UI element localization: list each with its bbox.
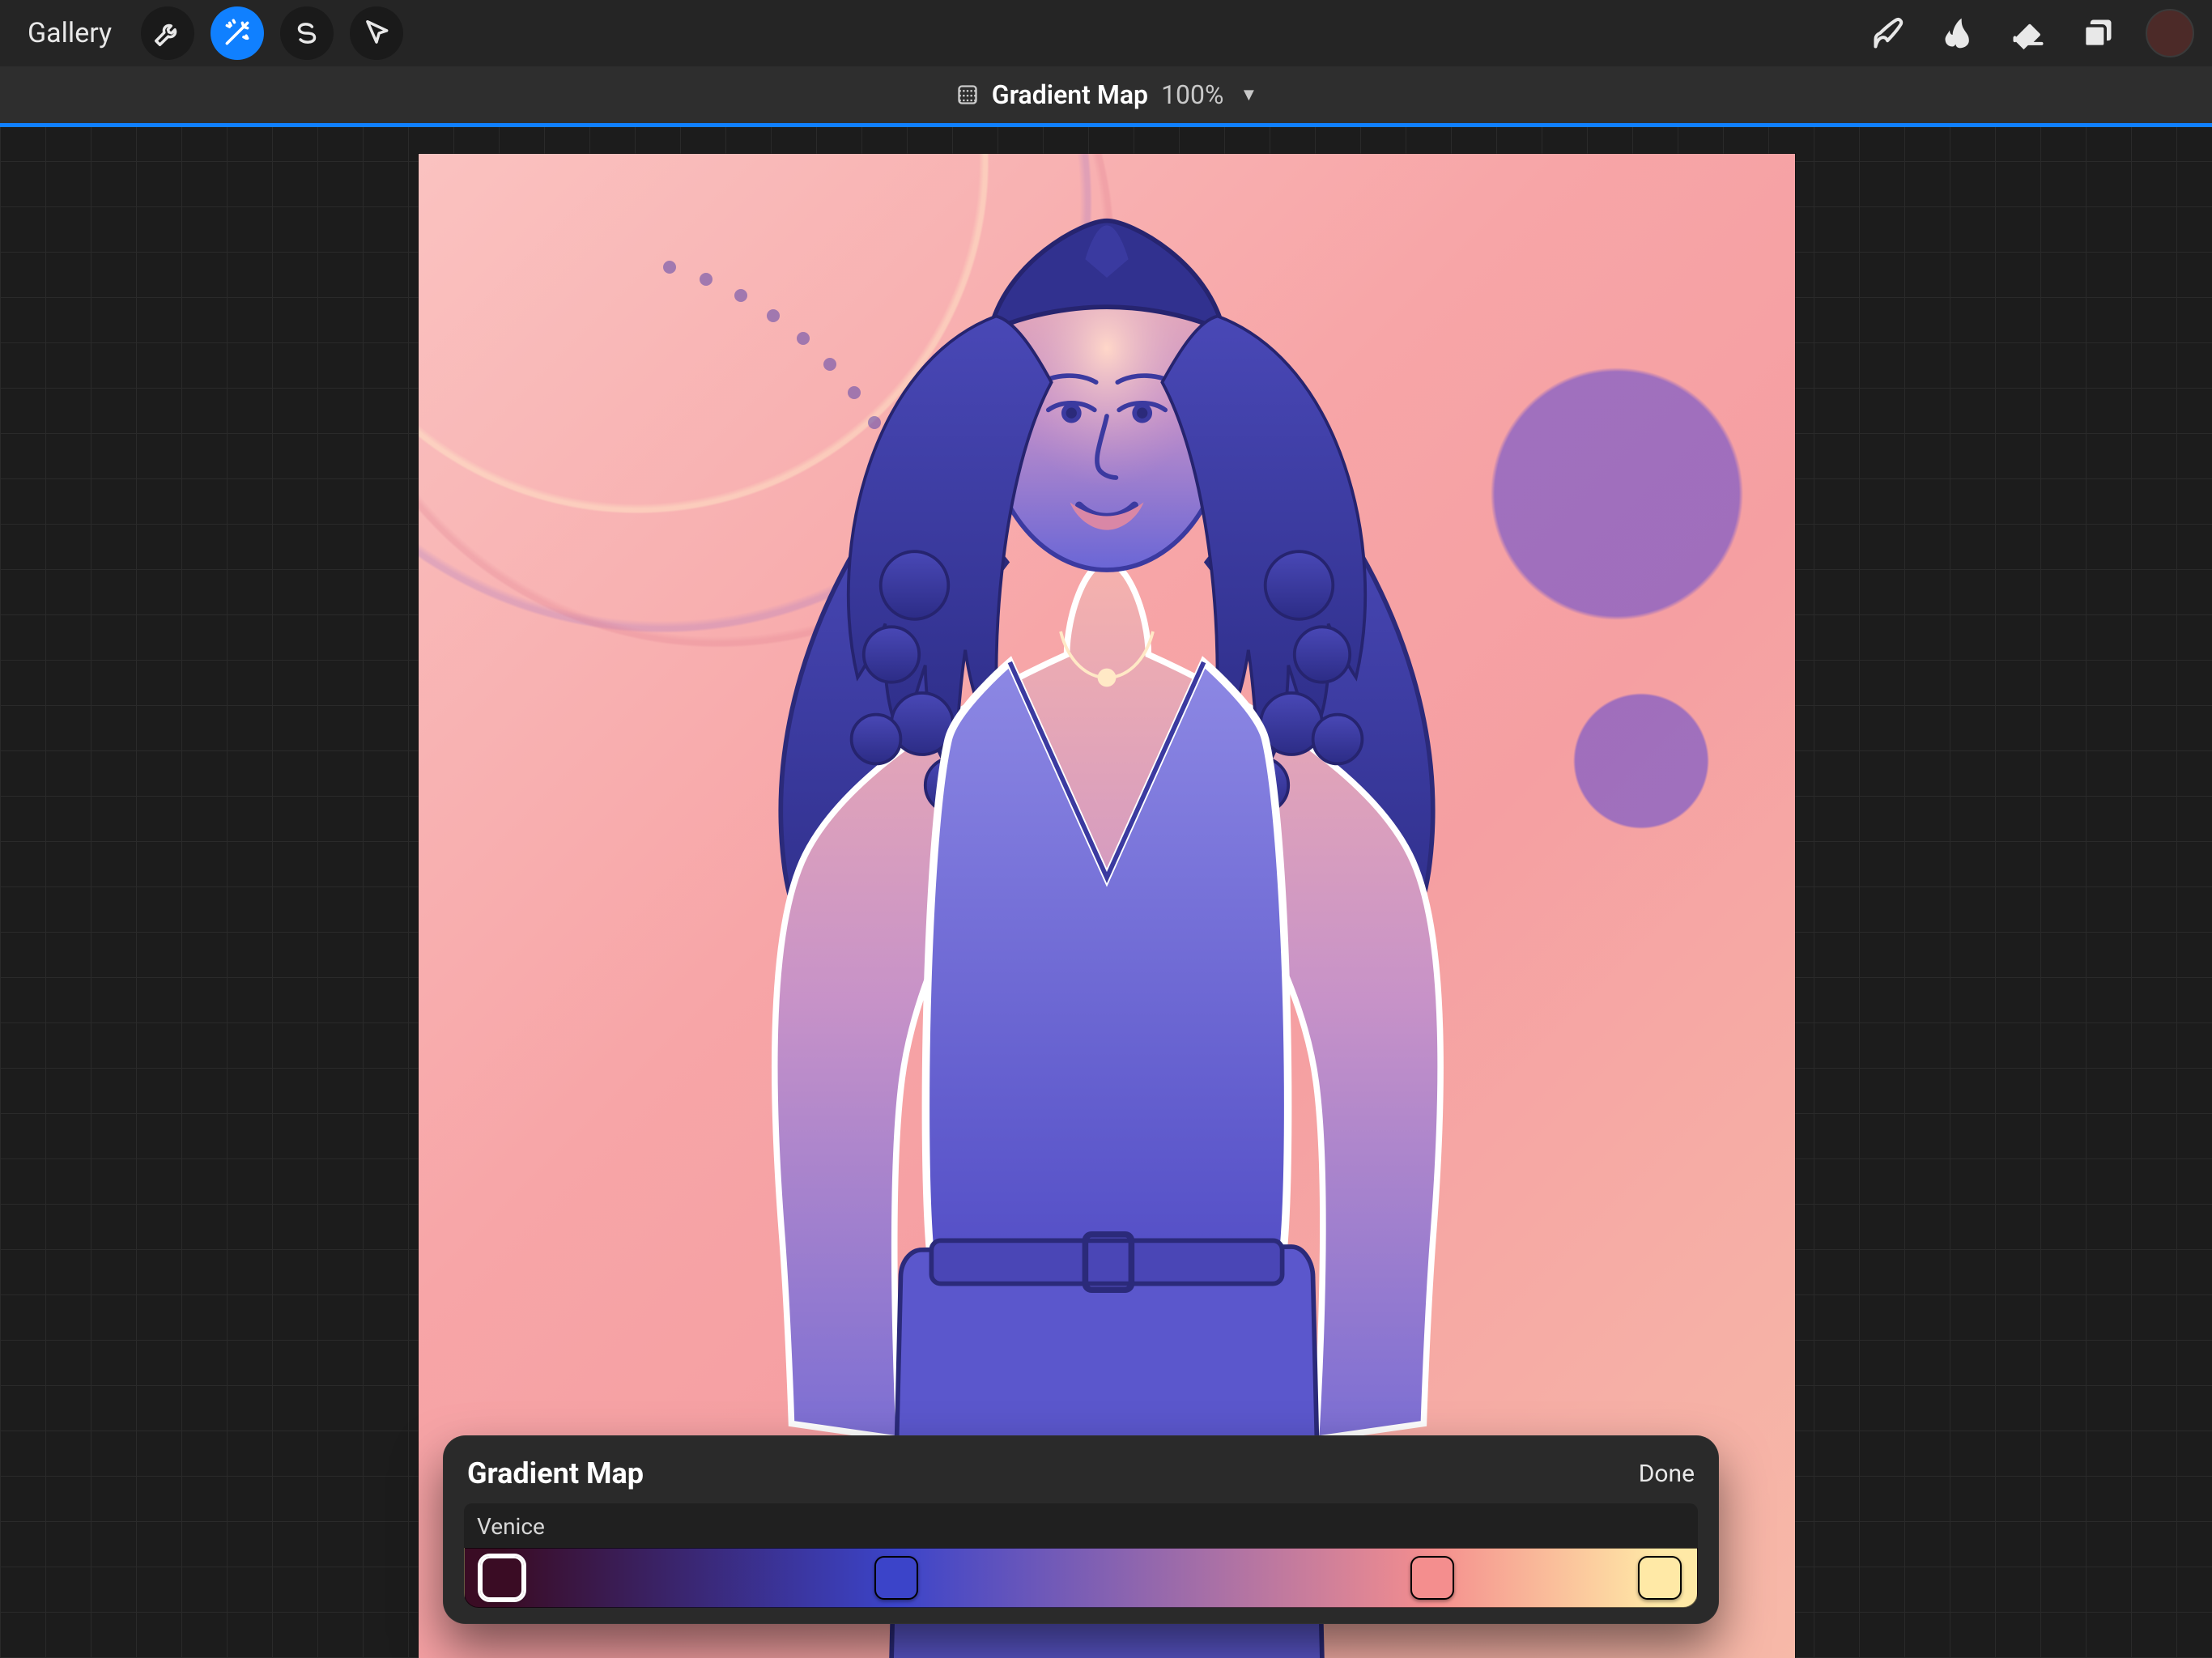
done-button[interactable]: Done	[1639, 1460, 1695, 1488]
top-toolbar: Gallery	[0, 0, 2212, 66]
artwork-figure	[641, 154, 1572, 1658]
canvas-stage[interactable]: Gradient Map Done Venice	[0, 127, 2212, 1658]
actions-button[interactable]	[141, 6, 194, 60]
cursor-arrow-icon	[361, 18, 392, 49]
gradient-stop-0[interactable]	[480, 1556, 524, 1600]
adjustment-name: Gradient Map	[992, 79, 1148, 110]
eraser-tool-button[interactable]	[2001, 6, 2055, 60]
artwork-canvas[interactable]	[419, 154, 1795, 1658]
adjustment-slider-track[interactable]	[0, 123, 2212, 127]
gradient-map-panel: Gradient Map Done Venice	[443, 1435, 1719, 1624]
gradient-stop-1[interactable]	[874, 1556, 918, 1600]
eraser-icon	[2010, 15, 2046, 51]
gradient-stop-2[interactable]	[1410, 1556, 1454, 1600]
transform-button[interactable]	[350, 6, 403, 60]
layers-icon	[2080, 15, 2116, 51]
gradient-map-title: Gradient Map	[467, 1456, 644, 1490]
wand-icon	[222, 18, 253, 49]
color-well[interactable]	[2146, 9, 2194, 57]
gallery-button[interactable]: Gallery	[18, 12, 121, 54]
brush-tool-button[interactable]	[1862, 6, 1916, 60]
adjustment-header[interactable]: Gradient Map 100% ▼	[0, 66, 2212, 123]
gradient-preset-name[interactable]: Venice	[464, 1503, 1698, 1548]
adjustment-slider-fill	[0, 123, 2212, 127]
smudge-icon	[1941, 15, 1976, 51]
gradient-bar[interactable]	[464, 1548, 1698, 1608]
adjustment-percent: 100%	[1161, 79, 1223, 110]
selection-s-icon	[291, 18, 322, 49]
gradient-stop-3[interactable]	[1638, 1556, 1682, 1600]
smudge-tool-button[interactable]	[1932, 6, 1985, 60]
wrench-icon	[152, 18, 183, 49]
chevron-down-icon: ▼	[1240, 84, 1257, 105]
brush-icon	[1871, 15, 1907, 51]
gradient-map-icon	[955, 82, 981, 108]
layers-button[interactable]	[2071, 6, 2125, 60]
adjustments-button[interactable]	[211, 6, 264, 60]
selection-button[interactable]	[280, 6, 334, 60]
